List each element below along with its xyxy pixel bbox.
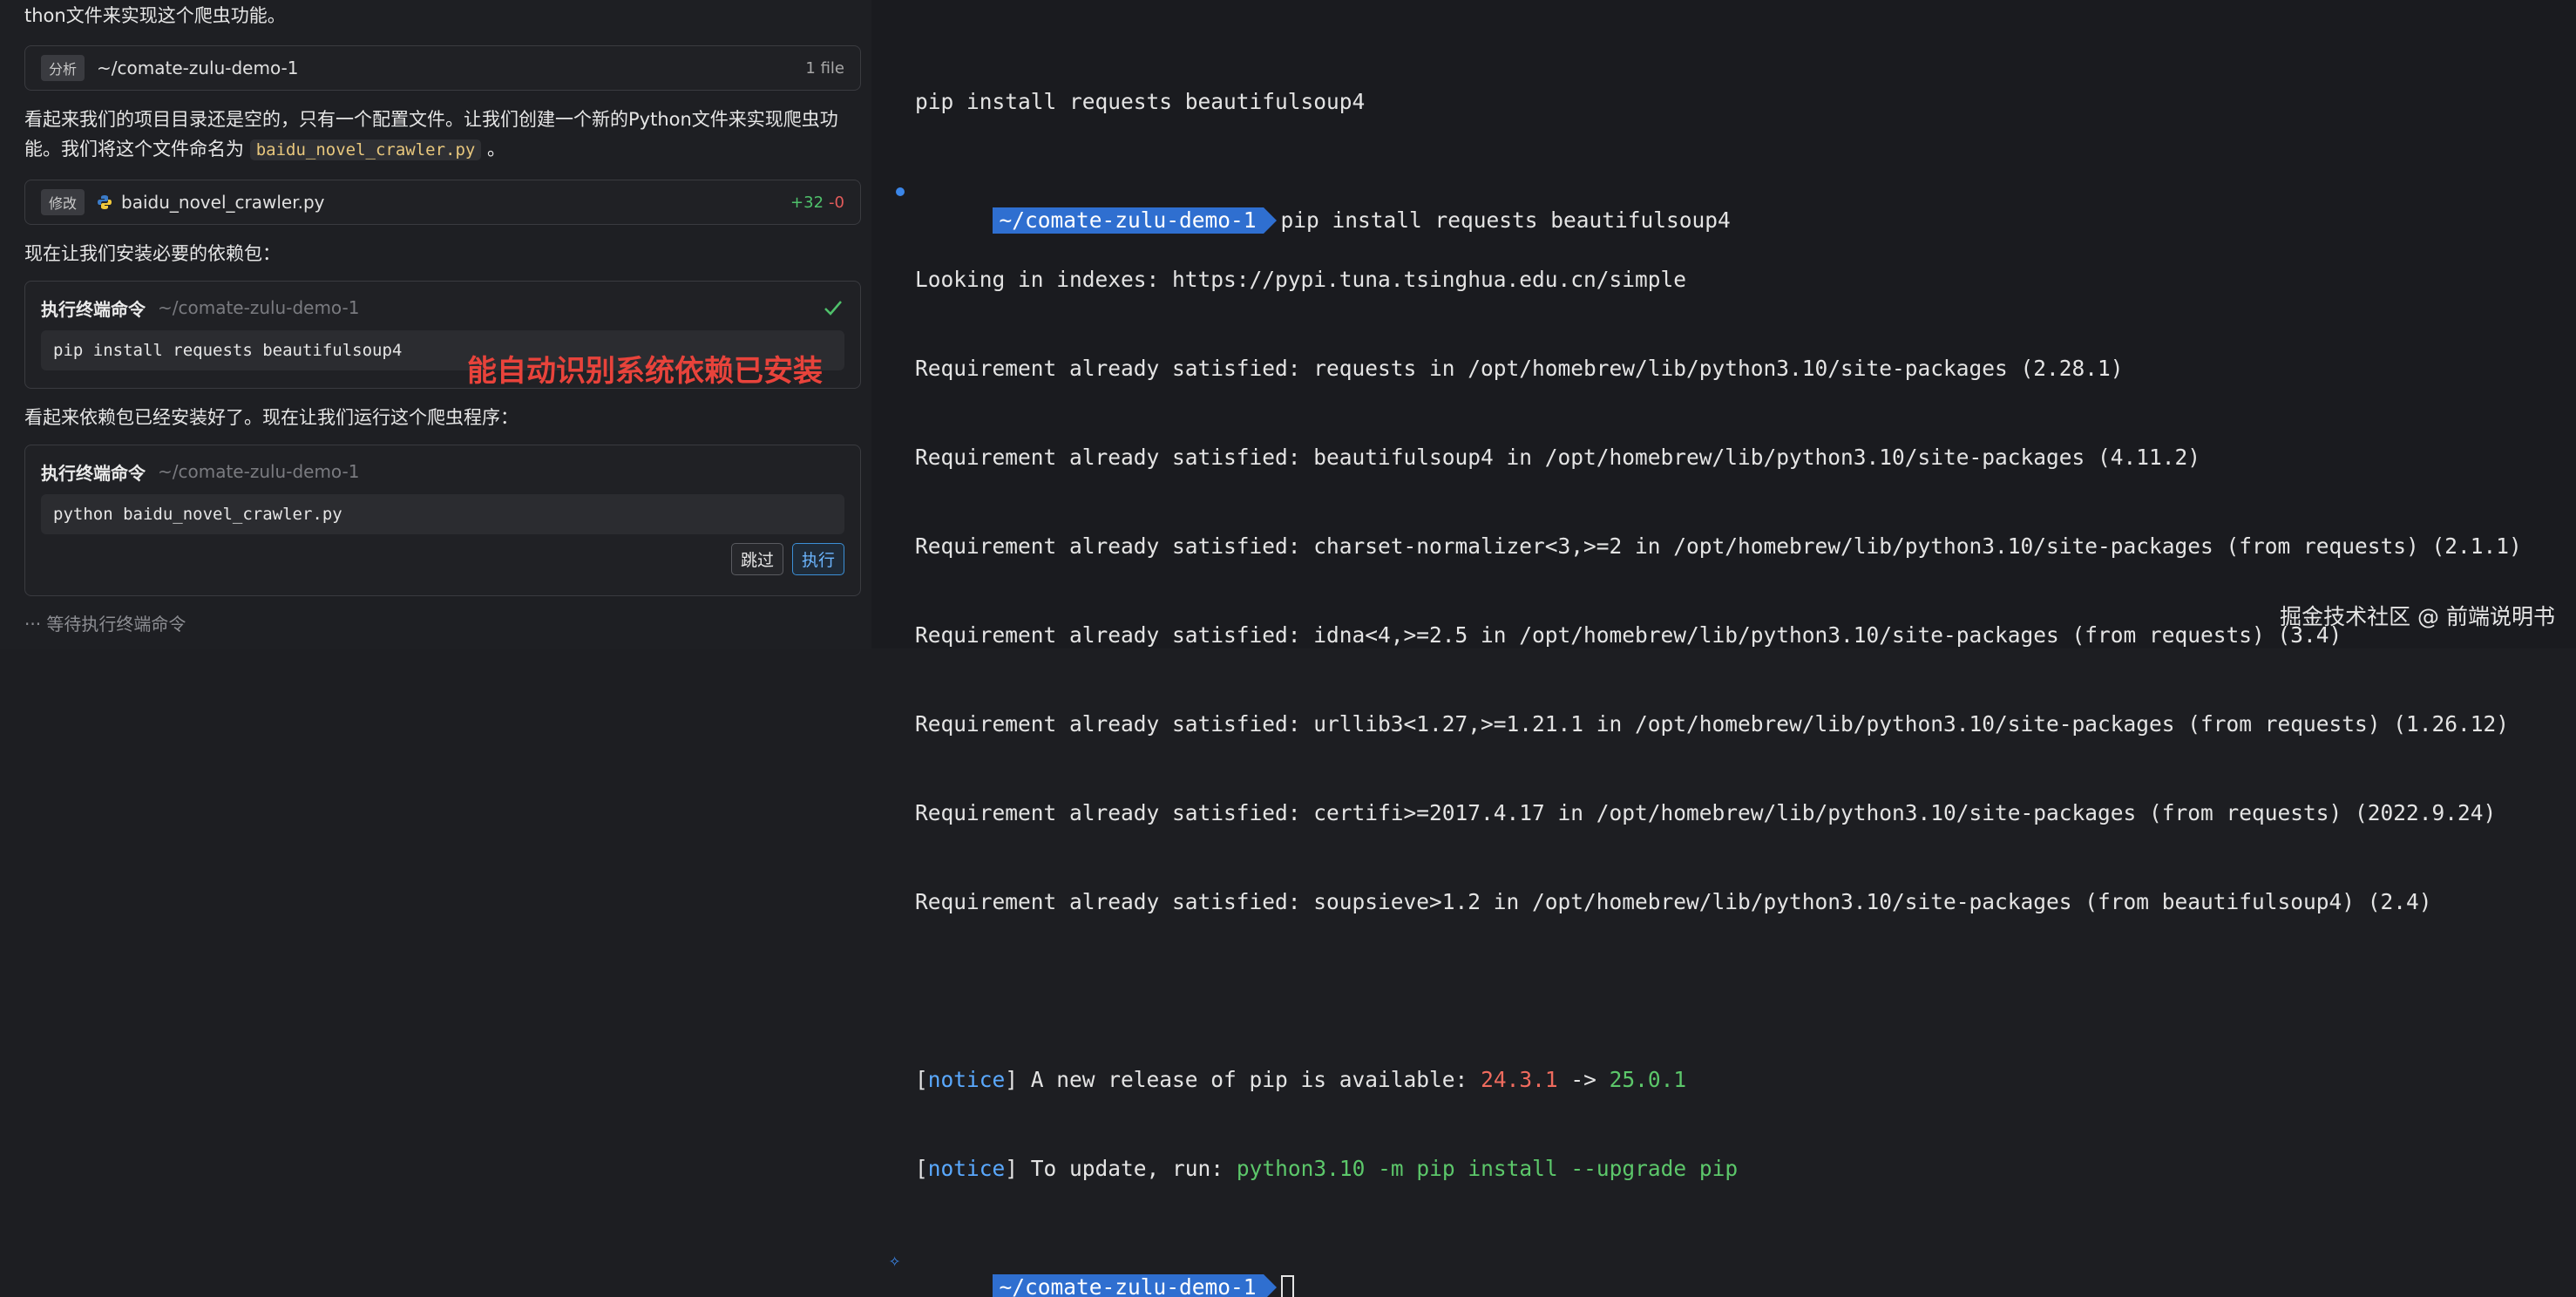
modified-file-name: baidu_novel_crawler.py (121, 192, 325, 213)
terminal-output: pip install requests beautifulsoup4 ~/co… (889, 28, 2522, 1297)
notice-tag: notice (927, 1156, 1006, 1181)
waiting-status: ··· 等待执行终端命令 (24, 614, 186, 635)
notice-line: [notice] A new release of pip is availab… (915, 1067, 1687, 1092)
run-button[interactable]: 执行 (791, 543, 844, 575)
inline-code: baidu_novel_crawler.py (249, 139, 482, 160)
prompt-path: ~/comate-zulu-demo-1 (992, 1274, 1277, 1297)
new-version: 25.0.1 (1609, 1067, 1687, 1092)
terminal-card-title: 执行终端命令 (41, 462, 146, 484)
terminal-card-cwd: ~/comate-zulu-demo-1 (158, 297, 360, 318)
command-box: python baidu_novel_crawler.py (41, 494, 844, 534)
annotation-text: 能自动识别系统依赖已安装 (467, 354, 823, 389)
chat-panel: thon文件来实现这个爬虫功能。 分析 ~/comate-zulu-demo-1… (0, 0, 871, 648)
terminal-line: Looking in indexes: https://pypi.tuna.ts… (915, 267, 1687, 292)
python-file-icon (98, 195, 112, 209)
terminal-line: Requirement already satisfied: charset-n… (915, 533, 2522, 559)
notice-tag: notice (927, 1067, 1006, 1092)
chat-text: 看起来依赖包已经安装好了。现在让我们运行这个爬虫程序： (24, 407, 519, 428)
terminal-line: Requirement already satisfied: beautiful… (915, 445, 2201, 470)
notice-text: To update, run: (1030, 1156, 1237, 1181)
chat-text-part: 。 (487, 139, 506, 160)
lines-removed: -0 (829, 193, 844, 212)
watermark: 掘金技术社区 @ 前端说明书 (2280, 604, 2555, 629)
terminal-card-cwd: ~/comate-zulu-demo-1 (158, 461, 360, 482)
old-version: 24.3.1 (1481, 1067, 1558, 1092)
prompt-command: pip install requests beautifulsoup4 (1280, 207, 1731, 233)
chat-text: 看起来我们的项目目录还是空的，只有一个配置文件。让我们创建一个新的Python文… (24, 109, 838, 130)
chat-text: 能。我们将这个文件命名为 baidu_novel_crawler.py 。 (24, 134, 505, 165)
version-arrow: -> (1557, 1067, 1610, 1092)
terminal-line: Requirement already satisfied: certifi>=… (915, 800, 2497, 825)
modify-tag: 修改 (41, 189, 85, 215)
terminal-prompt-line: ~/comate-zulu-demo-1 pip install requests… (896, 176, 2522, 234)
status-dot-icon (896, 187, 905, 196)
prompt-path: ~/comate-zulu-demo-1 (992, 207, 1277, 234)
terminal-line: pip install requests beautifulsoup4 (915, 89, 1366, 114)
sparkle-icon: ✧ (889, 1250, 901, 1272)
terminal-line: Requirement already satisfied: soupsieve… (915, 889, 2432, 914)
terminal-line: Requirement already satisfied: requests … (915, 356, 2124, 381)
terminal-cursor[interactable] (1280, 1275, 1294, 1297)
analyze-tag: 分析 (41, 55, 85, 81)
upgrade-command: python3.10 -m pip install --upgrade pip (1236, 1156, 1739, 1181)
chat-text: 现在让我们安装必要的依赖包： (24, 243, 281, 264)
notice-text: A new release of pip is available: (1030, 1067, 1481, 1092)
terminal-line: Requirement already satisfied: urllib3<1… (915, 711, 2510, 737)
terminal-panel[interactable]: pip install requests beautifulsoup4 ~/co… (871, 0, 2576, 1297)
check-icon (824, 301, 842, 316)
terminal-card-title: 执行终端命令 (41, 298, 146, 320)
terminal-command-card: 执行终端命令 ~/comate-zulu-demo-1 python baidu… (24, 445, 861, 596)
notice-line: [notice] To update, run: python3.10 -m p… (915, 1156, 1739, 1181)
chat-text: thon文件来实现这个爬虫功能。 (24, 5, 286, 26)
chat-text-part: 能。我们将这个文件命名为 (24, 139, 244, 160)
terminal-prompt-line[interactable]: ✧ ~/comate-zulu-demo-1 (889, 1243, 2522, 1297)
lines-added: +32 (790, 193, 824, 212)
analyze-path: ~/comate-zulu-demo-1 (97, 58, 299, 78)
skip-button[interactable]: 跳过 (730, 543, 783, 575)
file-count: 1 file (805, 58, 844, 78)
modify-card[interactable]: 修改 baidu_novel_crawler.py +32 -0 (24, 180, 861, 225)
analyze-card[interactable]: 分析 ~/comate-zulu-demo-1 1 file (24, 45, 861, 91)
